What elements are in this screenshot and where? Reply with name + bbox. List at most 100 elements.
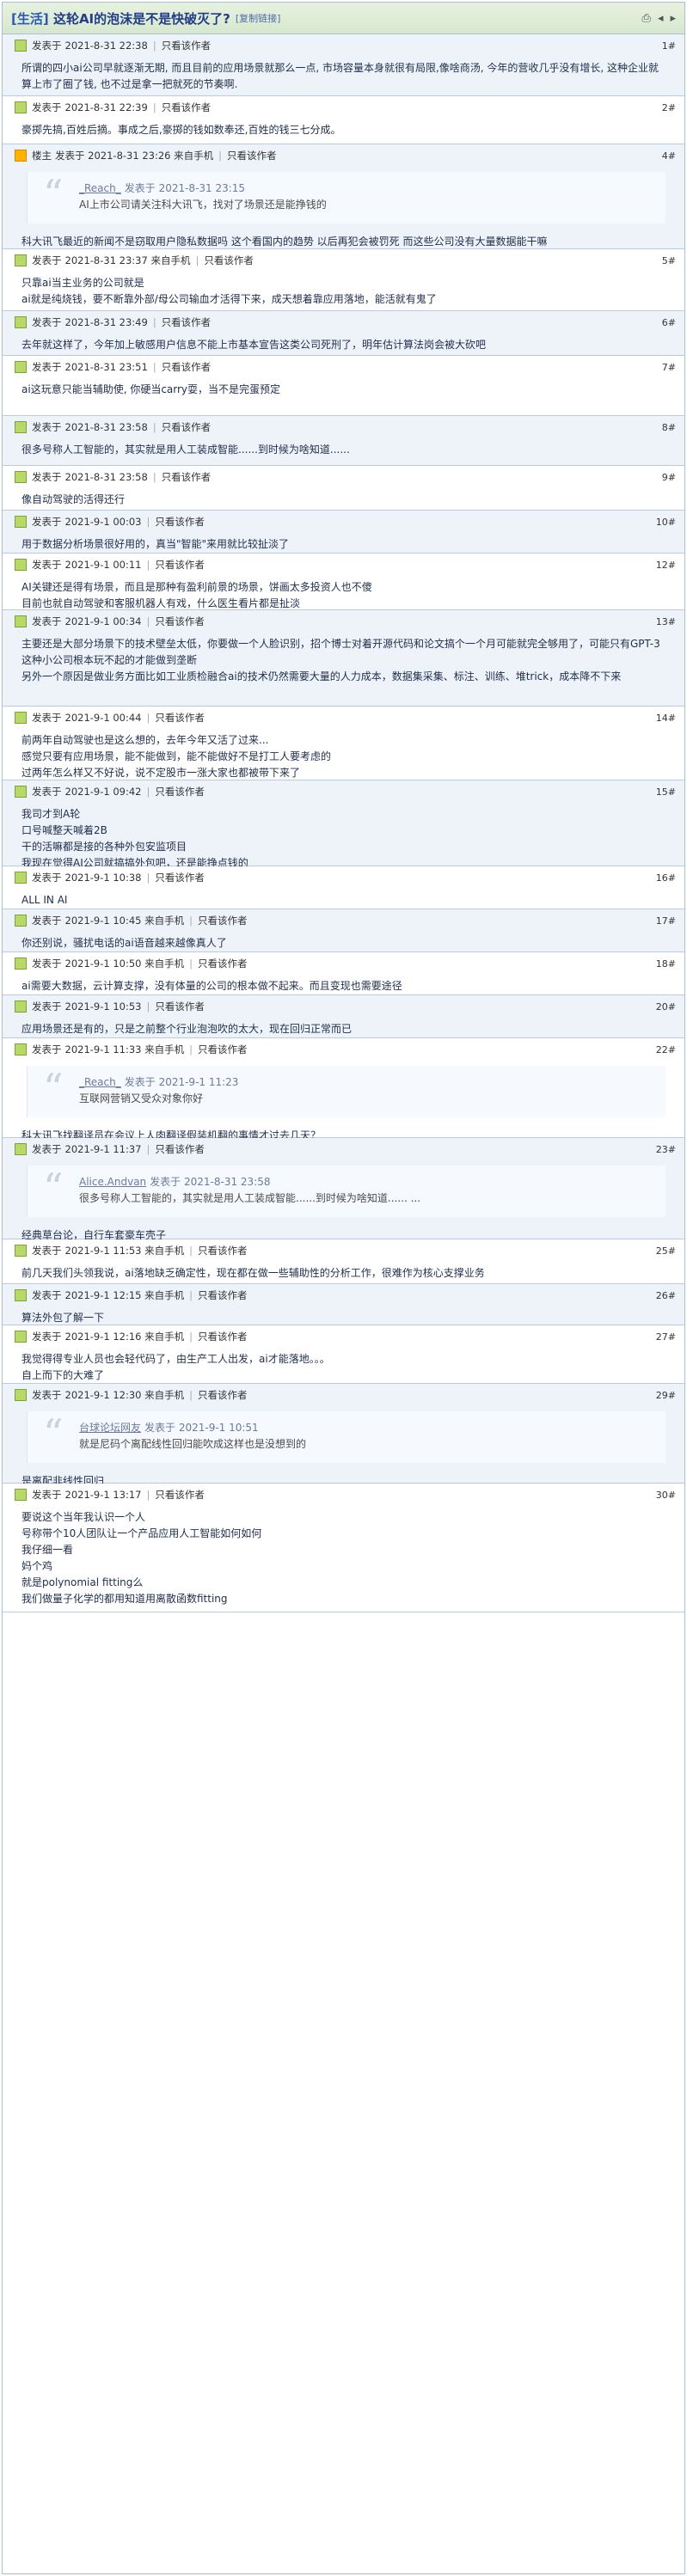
floor-number[interactable]: 17# bbox=[656, 915, 676, 927]
post-author[interactable]: 发表于 bbox=[32, 101, 62, 114]
floor-number[interactable]: 20# bbox=[656, 1001, 676, 1013]
floor-number[interactable]: 5# bbox=[662, 255, 676, 266]
only-this-author-link[interactable]: 只看该作者 bbox=[155, 615, 205, 628]
avatar[interactable] bbox=[15, 559, 27, 571]
floor-number[interactable]: 8# bbox=[662, 422, 676, 433]
floor-number[interactable]: 1# bbox=[662, 40, 676, 52]
post-author[interactable]: 发表于 bbox=[32, 315, 62, 329]
avatar[interactable] bbox=[15, 1245, 27, 1257]
post-author[interactable]: 发表于 bbox=[32, 871, 62, 884]
post-author[interactable]: 发表于 bbox=[32, 1142, 62, 1156]
only-this-author-link[interactable]: 只看该作者 bbox=[155, 711, 205, 725]
only-this-author-link[interactable]: 只看该作者 bbox=[155, 515, 205, 529]
post-author[interactable]: 发表于 bbox=[32, 515, 62, 529]
quote-author[interactable]: _Reach_ bbox=[79, 182, 121, 194]
post-author[interactable]: 发表于 bbox=[32, 957, 62, 970]
post-author[interactable]: 发表于 bbox=[32, 1244, 62, 1257]
floor-number[interactable]: 29# bbox=[656, 1390, 676, 1401]
floor-number[interactable]: 18# bbox=[656, 958, 676, 970]
post-author[interactable]: 发表于 bbox=[32, 615, 62, 628]
floor-number[interactable]: 23# bbox=[656, 1144, 676, 1155]
post-author[interactable]: 发表于 bbox=[32, 785, 62, 798]
post-author[interactable]: 发表于 bbox=[32, 1488, 62, 1502]
avatar[interactable] bbox=[15, 1143, 27, 1155]
floor-number[interactable]: 22# bbox=[656, 1044, 676, 1055]
only-this-author-link[interactable]: 只看该作者 bbox=[198, 957, 248, 970]
avatar[interactable] bbox=[15, 1389, 27, 1401]
only-this-author-link[interactable]: 只看该作者 bbox=[155, 1142, 205, 1156]
floor-number[interactable]: 14# bbox=[656, 713, 676, 724]
floor-number[interactable]: 12# bbox=[656, 560, 676, 571]
floor-number[interactable]: 25# bbox=[656, 1245, 676, 1257]
only-this-author-link[interactable]: 只看该作者 bbox=[198, 1330, 248, 1343]
only-this-author-link[interactable]: 只看该作者 bbox=[198, 1043, 248, 1056]
post-author[interactable]: 发表于 bbox=[32, 254, 62, 267]
post-author[interactable]: 发表于 bbox=[32, 711, 62, 725]
only-this-author-link[interactable]: 只看该作者 bbox=[155, 1000, 205, 1013]
post-author[interactable]: 发表于 bbox=[32, 470, 62, 484]
print-icon[interactable]: ⎙ bbox=[642, 12, 651, 25]
avatar[interactable] bbox=[15, 1289, 27, 1301]
post-author[interactable]: 发表于 bbox=[32, 1288, 62, 1302]
post-author[interactable]: 发表于 bbox=[32, 360, 62, 374]
avatar[interactable] bbox=[15, 316, 27, 328]
quote-author[interactable]: Alice.Andvan bbox=[79, 1176, 146, 1188]
avatar[interactable] bbox=[15, 516, 27, 528]
post-author[interactable]: 发表于 bbox=[32, 420, 62, 434]
thread-tag[interactable]: [生活] bbox=[11, 11, 49, 27]
floor-number[interactable]: 7# bbox=[662, 362, 676, 373]
avatar[interactable] bbox=[15, 712, 27, 724]
floor-number[interactable]: 30# bbox=[656, 1490, 676, 1501]
copy-link-button[interactable]: [复制链接] bbox=[236, 11, 281, 25]
avatar[interactable] bbox=[15, 1331, 27, 1343]
only-this-author-link[interactable]: 只看该作者 bbox=[155, 871, 205, 884]
floor-number[interactable]: 4# bbox=[662, 150, 676, 162]
post-author[interactable]: 发表于 bbox=[32, 1043, 62, 1056]
only-this-author-link[interactable]: 只看该作者 bbox=[198, 914, 248, 927]
floor-number[interactable]: 6# bbox=[662, 317, 676, 328]
avatar[interactable] bbox=[15, 1043, 27, 1055]
avatar[interactable] bbox=[15, 1000, 27, 1013]
only-this-author-link[interactable]: 只看该作者 bbox=[198, 1288, 248, 1302]
floor-number[interactable]: 13# bbox=[656, 616, 676, 627]
avatar[interactable] bbox=[15, 150, 27, 162]
avatar[interactable] bbox=[15, 254, 27, 266]
next-thread-icon[interactable]: ▸ bbox=[670, 12, 676, 25]
only-this-author-link[interactable]: 只看该作者 bbox=[162, 470, 212, 484]
quote-author[interactable]: 台球论坛网友 bbox=[79, 1422, 141, 1434]
only-this-author-link[interactable]: 只看该作者 bbox=[162, 360, 212, 374]
previous-thread-icon[interactable]: ◂ bbox=[658, 12, 664, 25]
post-author[interactable]: 发表于 bbox=[32, 1330, 62, 1343]
only-this-author-link[interactable]: 只看该作者 bbox=[204, 254, 254, 267]
only-this-author-link[interactable]: 只看该作者 bbox=[162, 39, 212, 52]
avatar[interactable] bbox=[15, 958, 27, 970]
only-this-author-link[interactable]: 只看该作者 bbox=[162, 101, 212, 114]
floor-number[interactable]: 10# bbox=[656, 517, 676, 528]
post-author[interactable]: 发表于 bbox=[32, 558, 62, 572]
avatar[interactable] bbox=[15, 361, 27, 373]
floor-number[interactable]: 15# bbox=[656, 786, 676, 798]
avatar[interactable] bbox=[15, 101, 27, 113]
only-this-author-link[interactable]: 只看该作者 bbox=[155, 558, 205, 572]
quote-author[interactable]: _Reach_ bbox=[79, 1076, 121, 1088]
post-author[interactable]: 楼主 bbox=[32, 149, 52, 162]
post-author[interactable]: 发表于 bbox=[32, 914, 62, 927]
avatar[interactable] bbox=[15, 915, 27, 927]
only-this-author-link[interactable]: 只看该作者 bbox=[155, 1488, 205, 1502]
avatar[interactable] bbox=[15, 786, 27, 798]
floor-number[interactable]: 26# bbox=[656, 1290, 676, 1301]
avatar[interactable] bbox=[15, 40, 27, 52]
only-this-author-link[interactable]: 只看该作者 bbox=[198, 1244, 248, 1257]
post-author[interactable]: 发表于 bbox=[32, 1000, 62, 1013]
floor-number[interactable]: 16# bbox=[656, 872, 676, 884]
only-this-author-link[interactable]: 只看该作者 bbox=[162, 420, 212, 434]
floor-number[interactable]: 2# bbox=[662, 102, 676, 113]
post-author[interactable]: 发表于 bbox=[32, 39, 62, 52]
only-this-author-link[interactable]: 只看该作者 bbox=[162, 315, 212, 329]
only-this-author-link[interactable]: 只看该作者 bbox=[198, 1388, 248, 1402]
avatar[interactable] bbox=[15, 872, 27, 884]
floor-number[interactable]: 27# bbox=[656, 1331, 676, 1343]
avatar[interactable] bbox=[15, 421, 27, 433]
only-this-author-link[interactable]: 只看该作者 bbox=[155, 785, 205, 798]
only-this-author-link[interactable]: 只看该作者 bbox=[227, 149, 277, 162]
